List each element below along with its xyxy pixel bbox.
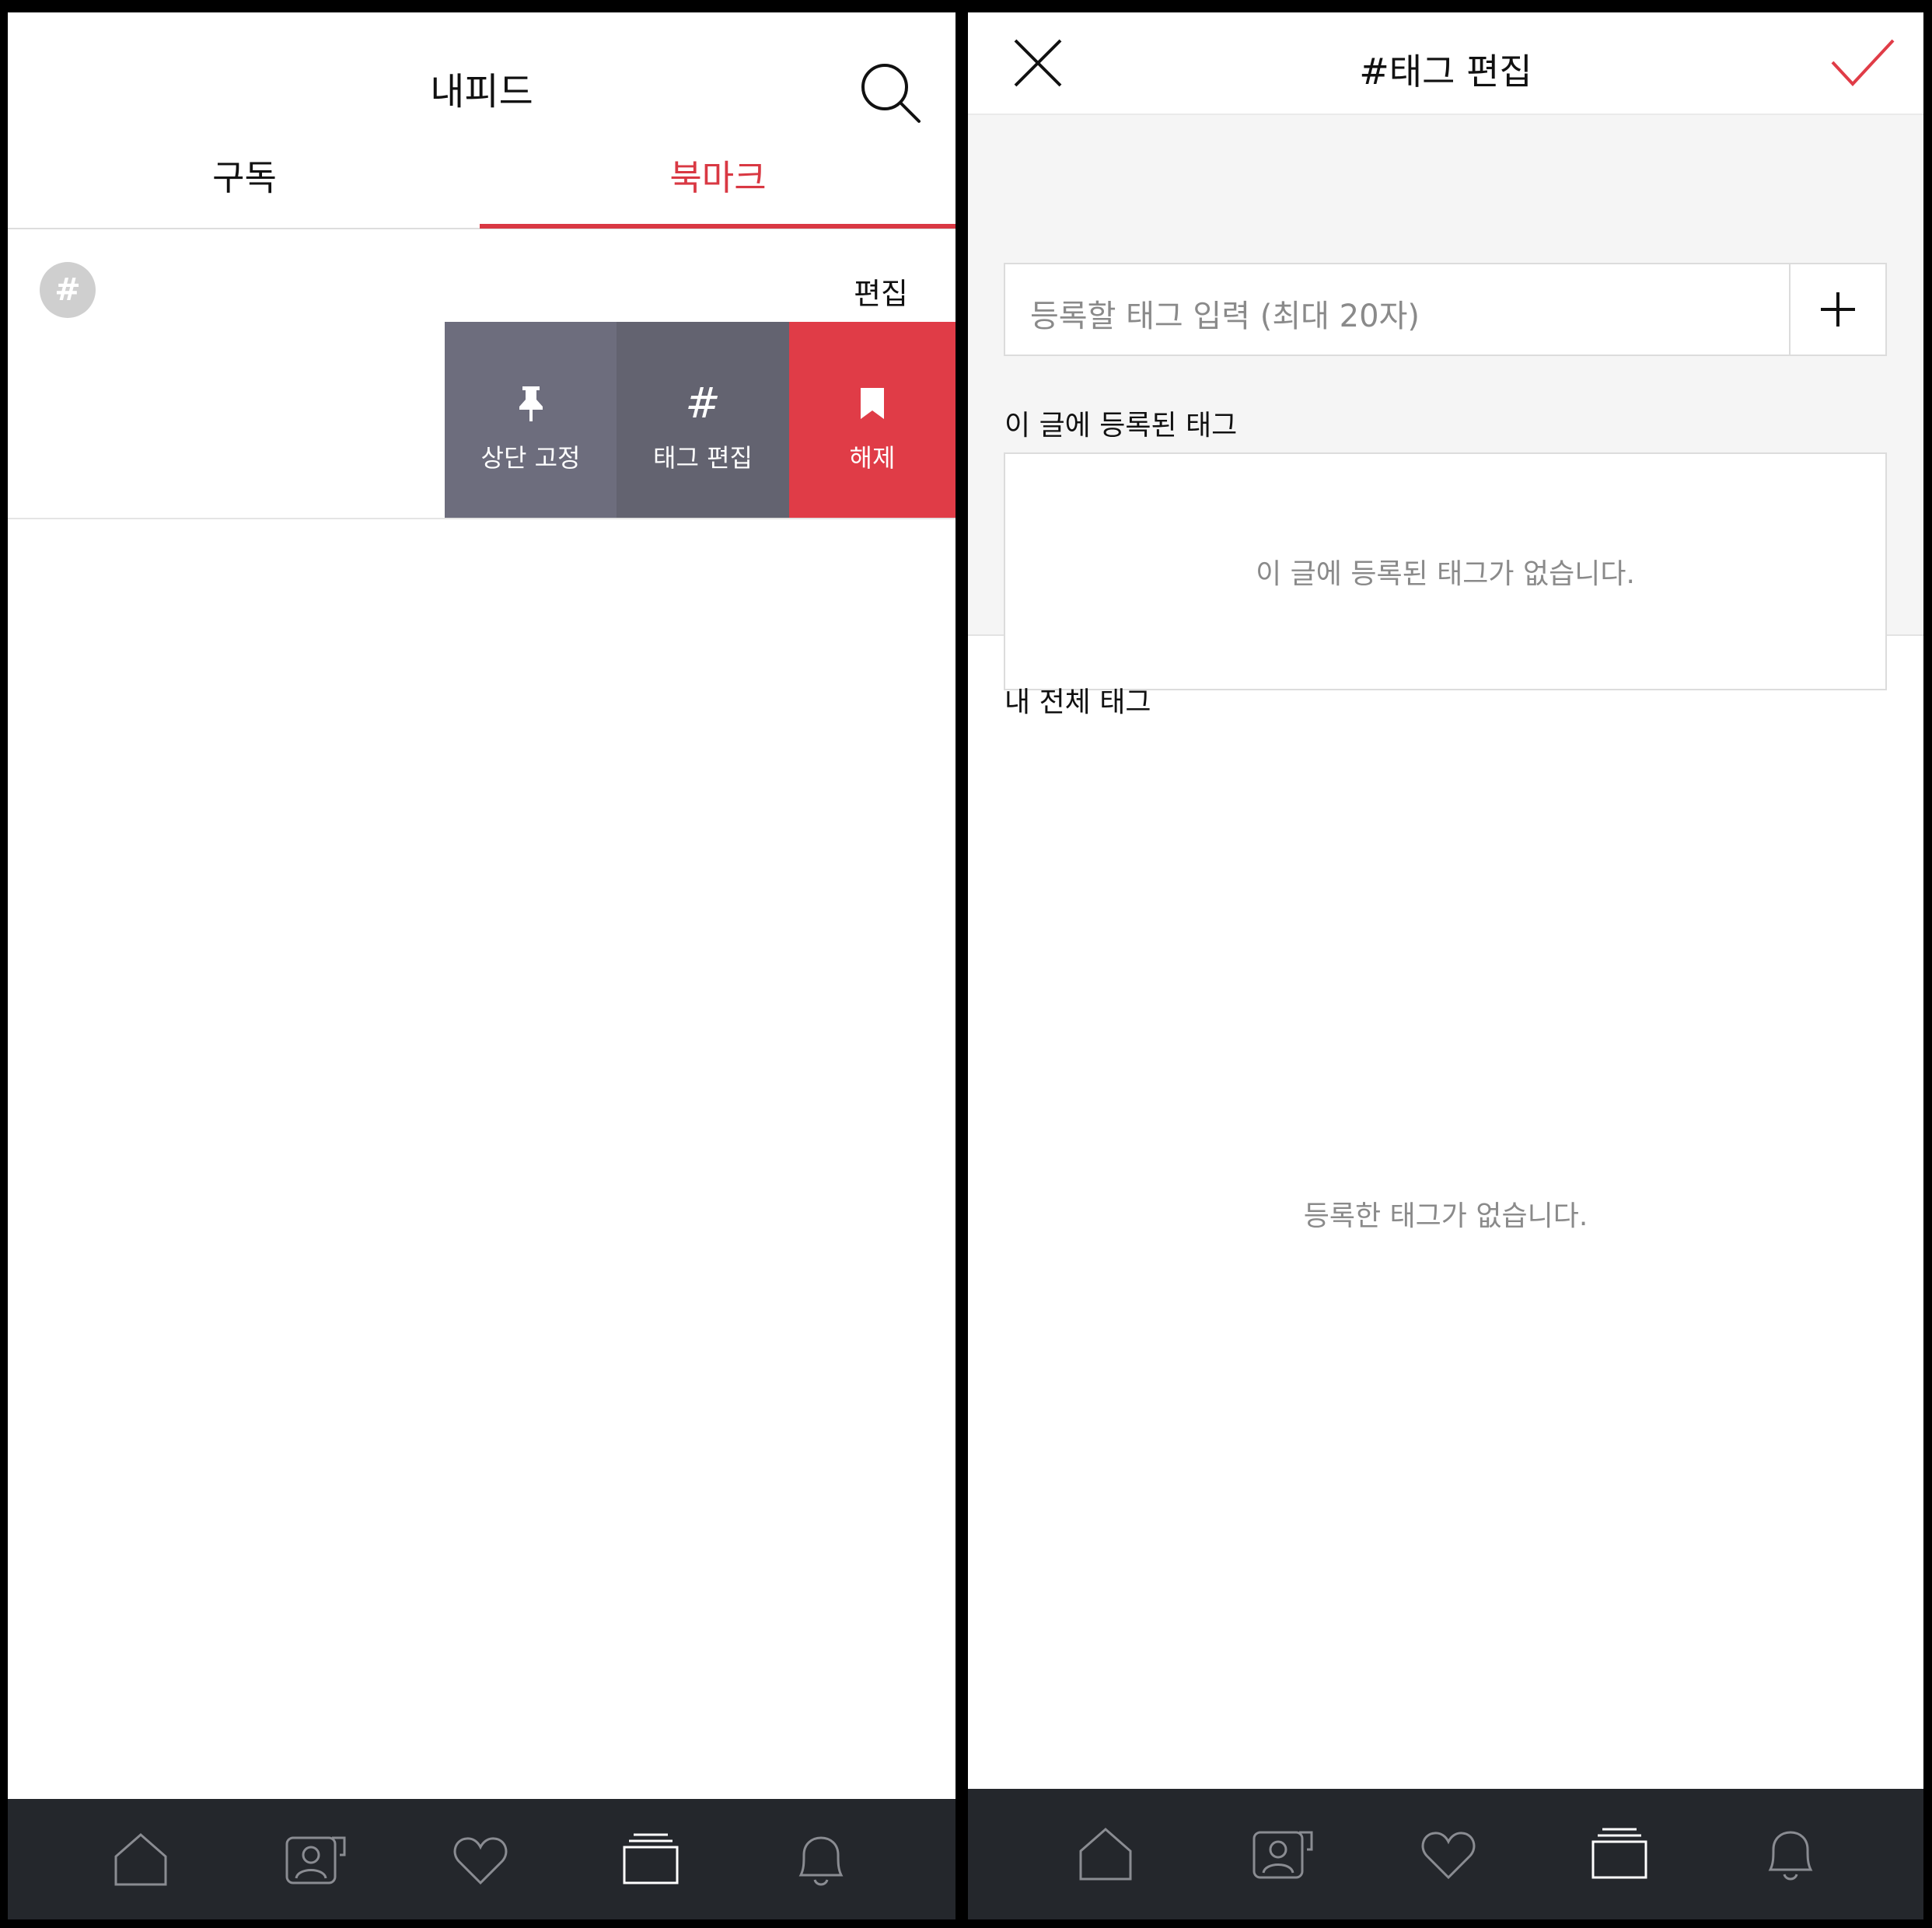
confirm-check-icon[interactable] <box>1828 36 1898 90</box>
post-tags-empty-message: 이 글에 등록된 태그가 없습니다. <box>1256 558 1635 590</box>
stack-icon[interactable] <box>620 1828 682 1891</box>
home-icon[interactable] <box>110 1828 172 1891</box>
profile-card-icon[interactable] <box>1251 1823 1313 1885</box>
unbookmark-button[interactable]: 해제 <box>789 322 956 519</box>
tag-input-field[interactable]: 등록할 태그 입력 (최대 20자) <box>1004 263 1887 356</box>
tag-edit-screen: #태그 편집 등록할 태그 입력 (최대 20자) 이 글에 등록된 태그 이 … <box>968 12 1923 1919</box>
pin-icon <box>519 386 543 421</box>
pin-to-top-label: 상단 고정 <box>480 443 581 473</box>
plus-icon <box>1821 292 1855 327</box>
tag-input-placeholder[interactable]: 등록할 태그 입력 (최대 20자) <box>1030 291 1420 336</box>
pin-to-top-button[interactable]: 상단 고정 <box>445 322 617 519</box>
bookmark-icon <box>861 388 884 419</box>
page-title: #태그 편집 <box>1359 51 1532 93</box>
bottom-navigation <box>8 1799 956 1919</box>
home-icon[interactable] <box>1074 1823 1137 1885</box>
bottom-navigation <box>968 1789 1923 1919</box>
tag-filter-button[interactable]: # <box>40 262 96 318</box>
row-divider <box>8 518 956 519</box>
post-tags-title: 이 글에 등록된 태그 <box>1004 410 1238 442</box>
tag-edit-button[interactable]: # 태그 편집 <box>617 322 789 519</box>
tab-bookmark[interactable]: 북마크 <box>481 149 955 200</box>
unbookmark-label: 해제 <box>849 443 896 473</box>
profile-card-icon[interactable] <box>284 1828 346 1891</box>
post-tags-box: 이 글에 등록된 태그가 없습니다. <box>1004 452 1887 690</box>
my-feed-screen: 내피드 구독 북마크 # 편집 상단 고정 # 태그 편집 해제 <box>8 12 956 1919</box>
tag-edit-label: 태그 편집 <box>653 443 753 473</box>
search-icon[interactable] <box>855 58 925 127</box>
add-tag-button[interactable] <box>1789 264 1885 355</box>
tag-input-section: 등록할 태그 입력 (최대 20자) 이 글에 등록된 태그 이 글에 등록된 … <box>968 115 1923 690</box>
bell-icon[interactable] <box>790 1828 852 1891</box>
all-tags-title: 내 전체 태그 <box>1004 686 1151 718</box>
heart-icon[interactable] <box>449 1828 512 1891</box>
tab-active-indicator <box>480 224 956 229</box>
tab-subscribe[interactable]: 구독 <box>8 149 481 200</box>
edit-button[interactable]: 편집 <box>854 270 908 313</box>
page-title: 내피드 <box>430 70 533 114</box>
stack-icon[interactable] <box>1588 1823 1651 1885</box>
heart-icon[interactable] <box>1417 1823 1480 1885</box>
all-tags-empty-message: 등록한 태그가 없습니다. <box>1303 1200 1588 1232</box>
bell-icon[interactable] <box>1759 1823 1822 1885</box>
hashtag-icon: # <box>685 379 721 428</box>
